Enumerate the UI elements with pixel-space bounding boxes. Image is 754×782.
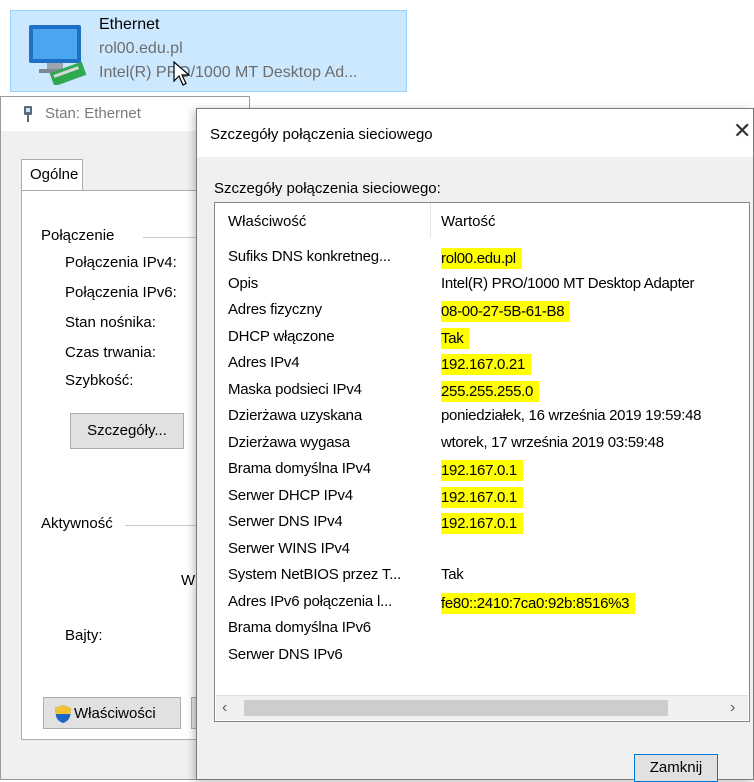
property-value: 08-00-27-5B-61-B8 xyxy=(441,301,571,322)
field-label-media-state: Stan nośnika: xyxy=(65,314,156,331)
property-name: Serwer DNS IPv6 xyxy=(228,645,343,663)
status-window-title: Stan: Ethernet xyxy=(45,105,141,122)
dialog-title: Szczegóły połączenia sieciowego xyxy=(210,126,433,143)
property-name: Brama domyślna IPv4 xyxy=(228,460,371,477)
list-item[interactable]: Dzierżawa wygasa wtorek, 17 września 2019… xyxy=(215,431,749,458)
list-item[interactable]: Brama domyślna IPv6 xyxy=(215,616,749,643)
property-name: DHCP włączone xyxy=(228,327,335,345)
column-separator[interactable] xyxy=(430,203,431,238)
list-item[interactable]: Serwer DNS IPv6 xyxy=(215,643,749,670)
property-value: 192.167.0.1 xyxy=(441,460,523,481)
tab-general[interactable]: Ogólne xyxy=(21,159,83,191)
ethernet-adapter-tile[interactable]: Ethernet rol00.edu.pl Intel(R) PRO/1000 … xyxy=(10,10,407,92)
list-item[interactable]: Sufiks DNS konkretneg... rol00.edu.pl xyxy=(215,245,749,272)
property-value: Intel(R) PRO/1000 MT Desktop Adapter xyxy=(441,274,695,292)
property-name: System NetBIOS przez T... xyxy=(228,566,402,583)
property-value: Tak xyxy=(441,566,464,583)
listview-header: Właściwość Wartość xyxy=(215,203,749,238)
listview-rows: Sufiks DNS konkretneg... rol00.edu.pl Opis… xyxy=(215,245,749,669)
property-name: Brama domyślna IPv6 xyxy=(228,619,371,636)
ethernet-plug-icon xyxy=(24,106,32,122)
scroll-left-icon[interactable]: ‹ xyxy=(222,699,227,717)
property-name: Dzierżawa uzyskana xyxy=(228,407,362,424)
field-label-speed: Szybkość: xyxy=(65,372,134,389)
details-button[interactable]: Szczegóły... xyxy=(70,413,184,449)
list-item[interactable]: Maska podsieci IPv4 255.255.255.0 xyxy=(215,378,749,405)
list-item[interactable]: Adres IPv4 192.167.0.21 xyxy=(215,351,749,378)
activity-group-label: Aktywność xyxy=(41,515,113,532)
list-item[interactable]: Serwer DHCP IPv4 192.167.0.1 xyxy=(215,484,749,511)
property-name: Serwer DNS IPv4 xyxy=(228,513,343,530)
list-item[interactable]: Serwer DNS IPv4 192.167.0.1 xyxy=(215,510,749,537)
column-header-property[interactable]: Właściwość xyxy=(228,213,306,230)
property-name: Serwer DHCP IPv4 xyxy=(228,486,353,504)
connection-group-label: Połączenie xyxy=(41,227,115,244)
list-item[interactable]: Adres fizyczny 08-00-27-5B-61-B8 xyxy=(215,298,749,325)
property-value: wtorek, 17 września 2019 03:59:48 xyxy=(441,433,664,451)
adapter-description: Intel(R) PRO/1000 MT Desktop Ad... xyxy=(99,64,358,81)
property-name: Dzierżawa wygasa xyxy=(228,433,350,451)
activity-group-line xyxy=(125,525,199,526)
properties-button[interactable]: Właściwości xyxy=(43,697,181,729)
network-details-dialog: Szczegóły połączenia sieciowego ✕ Szczeg… xyxy=(196,108,754,782)
property-name: Serwer WINS IPv4 xyxy=(228,539,350,557)
field-label-ipv4: Połączenia IPv4: xyxy=(65,254,177,271)
details-listview[interactable]: Właściwość Wartość Sufiks DNS konkretneg… xyxy=(214,202,750,722)
property-value: rol00.edu.pl xyxy=(441,248,522,269)
property-value: poniedziałek, 16 września 2019 19:59:48 xyxy=(441,407,702,424)
close-button[interactable]: Zamknij xyxy=(634,754,718,782)
bytes-label: Bajty: xyxy=(65,627,103,644)
list-item[interactable]: Serwer WINS IPv4 xyxy=(215,537,749,564)
uac-shield-icon xyxy=(55,705,71,723)
property-value: 192.167.0.21 xyxy=(441,354,531,375)
properties-button-label: Właściwości xyxy=(74,705,156,722)
adapter-name: Ethernet xyxy=(99,16,160,33)
adapter-domain: rol00.edu.pl xyxy=(99,40,183,57)
field-label-ipv6: Połączenia IPv6: xyxy=(65,284,177,301)
list-item[interactable]: Brama domyślna IPv4 192.167.0.1 xyxy=(215,457,749,484)
connection-group-line xyxy=(143,237,199,238)
property-name: Adres IPv4 xyxy=(228,354,300,371)
scrollbar-thumb[interactable] xyxy=(244,700,668,716)
property-value: 192.167.0.1 xyxy=(441,486,523,508)
property-value: Tak xyxy=(441,327,470,349)
scroll-right-icon[interactable]: › xyxy=(730,699,735,717)
property-name: Opis xyxy=(228,274,259,292)
property-name: Maska podsieci IPv4 xyxy=(228,380,362,398)
network-adapter-icon xyxy=(29,25,87,85)
close-icon[interactable]: ✕ xyxy=(733,120,751,142)
field-label-duration: Czas trwania: xyxy=(65,344,156,361)
property-name: Adres fizyczny xyxy=(228,301,322,318)
dialog-titlebar: Szczegóły połączenia sieciowego ✕ xyxy=(197,109,753,157)
clipped-label: W xyxy=(181,572,196,589)
property-value: 255.255.255.0 xyxy=(441,380,540,402)
list-item[interactable]: Dzierżawa uzyskana poniedziałek, 16 wrześ… xyxy=(215,404,749,431)
column-header-value[interactable]: Wartość xyxy=(441,213,495,230)
mouse-cursor-icon xyxy=(173,61,191,86)
horizontal-scrollbar[interactable]: ‹ › xyxy=(216,695,748,720)
property-name: Sufiks DNS konkretneg... xyxy=(228,248,391,265)
list-item[interactable]: Adres IPv6 połączenia l... fe80::2410:7ca… xyxy=(215,590,749,617)
list-item[interactable]: System NetBIOS przez T... Tak xyxy=(215,563,749,590)
property-name: Adres IPv6 połączenia l... xyxy=(228,592,393,610)
list-item[interactable]: DHCP włączone Tak xyxy=(215,325,749,352)
list-item[interactable]: Opis Intel(R) PRO/1000 MT Desktop Adapter xyxy=(215,272,749,299)
property-value: 192.167.0.1 xyxy=(441,513,523,534)
property-value: fe80::2410:7ca0:92b:8516%3 xyxy=(441,592,636,614)
dialog-caption: Szczegóły połączenia sieciowego: xyxy=(214,180,441,197)
